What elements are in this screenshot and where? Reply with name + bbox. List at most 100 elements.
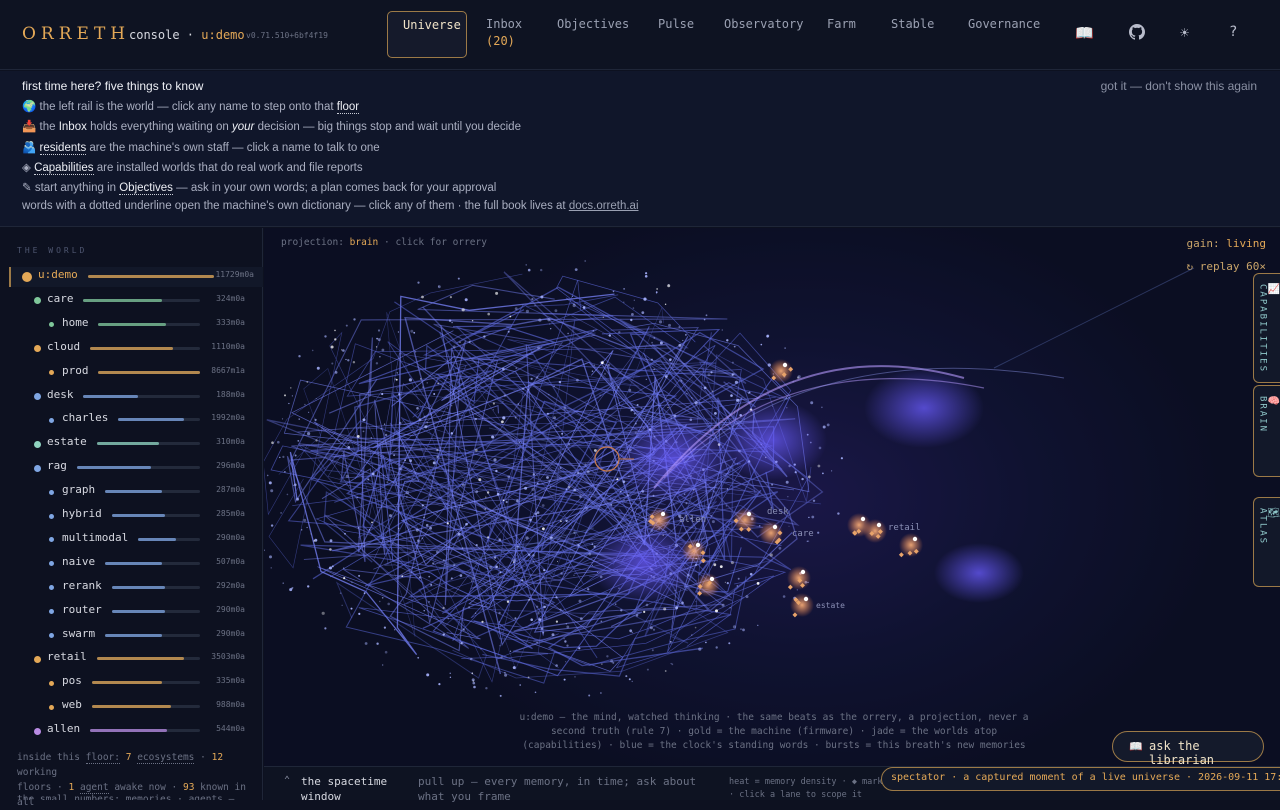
world-row[interactable]: cloud 1110m0a: [0, 339, 263, 359]
world-heading: THE WORLD: [17, 246, 88, 255]
top-bar: ORRETH console · u:demo v0.71.510+6bf4f1…: [0, 0, 1280, 70]
github-icon[interactable]: [1129, 24, 1145, 44]
world-row-name[interactable]: multimodal: [62, 531, 128, 544]
floor-term[interactable]: floor: [336, 101, 360, 114]
brain-projection[interactable]: projection: brain · click for orrery gai…: [264, 228, 1280, 800]
memory-burst[interactable]: [790, 593, 814, 617]
objectives-term[interactable]: Objectives: [119, 182, 173, 195]
world-row-name[interactable]: desk: [47, 388, 74, 401]
world-row[interactable]: retail 3503m0a: [0, 649, 263, 669]
sun-icon[interactable]: ☀: [1180, 24, 1189, 42]
glow-region: [589, 523, 699, 603]
world-row-name[interactable]: graph: [62, 483, 95, 496]
world-row-name[interactable]: naive: [62, 555, 95, 568]
world-row-name[interactable]: prod: [62, 364, 89, 377]
status-dot: [49, 537, 54, 543]
world-row-value: 290m0a: [216, 532, 245, 542]
capabilities-rail-tab[interactable]: 📈 CAPABILITIES: [1253, 273, 1280, 383]
docs-link[interactable]: docs.orreth.ai: [569, 200, 639, 212]
world-row-name[interactable]: u:demo: [38, 268, 78, 281]
world-row-name[interactable]: rerank: [62, 579, 102, 592]
activity-bar-fill: [87, 275, 214, 278]
brain-graph[interactable]: allen care retail desk estate: [264, 228, 1280, 708]
node-label-care[interactable]: care: [792, 529, 814, 539]
world-row[interactable]: desk 188m0a: [0, 387, 263, 407]
world-row-value: 290m0a: [216, 628, 245, 638]
world-row-name[interactable]: estate: [47, 435, 87, 448]
tab-universe[interactable]: Universe: [387, 11, 467, 58]
node-label-retail[interactable]: retail: [888, 523, 921, 533]
world-row-name[interactable]: hybrid: [62, 507, 102, 520]
activity-bar: [87, 275, 214, 278]
world-row-name[interactable]: pos: [62, 674, 82, 687]
tab-farm[interactable]: Farm: [827, 11, 867, 58]
activity-bar-fill: [111, 514, 165, 517]
node-label-estate[interactable]: estate: [816, 601, 845, 610]
tab-objectives[interactable]: Objectives: [557, 11, 637, 58]
chevron-up-icon[interactable]: ⌃: [284, 775, 290, 786]
activity-bar: [76, 466, 200, 470]
ask-librarian-button[interactable]: 📖 ask the librarian: [1112, 731, 1264, 767]
node-label-allen[interactable]: allen: [679, 515, 706, 525]
world-row[interactable]: hybrid 285m0a: [0, 506, 263, 526]
world-row[interactable]: allen 544m0a: [0, 721, 263, 741]
world-row[interactable]: multimodal 290m0a: [0, 530, 263, 550]
world-row[interactable]: naive 507m0a: [0, 554, 263, 574]
activity-bar-fill: [111, 609, 165, 613]
world-row-value: 310m0a: [216, 437, 245, 447]
activity-bar: [111, 585, 200, 589]
world-row[interactable]: router 290m0a: [0, 602, 263, 622]
world-row-name[interactable]: cloud: [47, 340, 80, 353]
inbox-term[interactable]: Inbox: [59, 121, 87, 133]
activity-bar: [90, 729, 200, 733]
world-row[interactable]: web 988m0a: [0, 697, 263, 717]
intro-line-1: 🌍 the left rail is the world — click any…: [22, 101, 360, 114]
world-row-name[interactable]: allen: [47, 722, 80, 735]
world-row[interactable]: u:demo 11729m0a: [9, 267, 263, 287]
brain-rail-tab[interactable]: 🧠 BRAIN: [1253, 385, 1280, 477]
activity-bar-fill: [118, 418, 184, 422]
world-row[interactable]: rerank 292m0a: [0, 578, 263, 598]
activity-bar: [96, 657, 200, 661]
world-row-name[interactable]: web: [62, 698, 82, 711]
world-row-name[interactable]: charles: [62, 411, 108, 424]
dismiss-intro-button[interactable]: got it — don't show this again: [1101, 79, 1257, 93]
logo[interactable]: ORRETH: [22, 24, 130, 44]
tab-governance[interactable]: Governance: [968, 11, 1048, 58]
activity-bar-fill: [111, 585, 165, 589]
world-row-name[interactable]: swarm: [62, 627, 95, 640]
activity-bar: [105, 490, 200, 494]
world-row-name[interactable]: rag: [47, 459, 67, 472]
help-icon[interactable]: ?: [1229, 24, 1237, 40]
world-row[interactable]: charles 1992m0a: [0, 410, 263, 430]
atlas-rail-tab[interactable]: 🗺 ATLAS: [1253, 497, 1280, 587]
world-row-name[interactable]: care: [47, 292, 74, 305]
tab-inbox[interactable]: Inbox (20): [486, 11, 546, 58]
tab-stable[interactable]: Stable: [891, 11, 941, 58]
world-row-name[interactable]: home: [62, 316, 89, 329]
residents-term[interactable]: residents: [39, 142, 87, 155]
tab-observatory[interactable]: Observatory: [724, 11, 819, 58]
projection-caption: u:demo — the mind, watched thinking · th…: [519, 712, 1029, 751]
world-row[interactable]: swarm 290m0a: [0, 626, 263, 646]
world-row[interactable]: prod 8667m1a: [0, 363, 263, 383]
memory-burst[interactable]: [769, 359, 793, 383]
world-row-name[interactable]: retail: [47, 650, 87, 663]
world-footnote-cut: the small numbers: memories · agents — c…: [17, 794, 235, 800]
world-row-name[interactable]: router: [62, 603, 102, 616]
tab-pulse[interactable]: Pulse: [658, 11, 708, 58]
status-dot: [49, 633, 54, 638]
user-label: u:demo: [201, 28, 245, 42]
activity-bar-fill: [105, 561, 162, 565]
world-row-value: 285m0a: [216, 509, 245, 518]
activity-bar-fill: [138, 537, 177, 541]
world-row[interactable]: pos 335m0a: [0, 673, 263, 693]
capabilities-term[interactable]: Capabilities: [34, 162, 94, 175]
world-row[interactable]: home 333m0a: [0, 315, 263, 335]
book-icon[interactable]: 📖: [1075, 24, 1094, 42]
world-row[interactable]: estate 310m0a: [0, 434, 263, 454]
node-label-desk[interactable]: desk: [767, 507, 789, 517]
world-row[interactable]: care 324m0a: [0, 291, 263, 311]
world-row[interactable]: rag 296m0a: [0, 458, 263, 478]
world-row[interactable]: graph 287m0a: [0, 482, 263, 502]
